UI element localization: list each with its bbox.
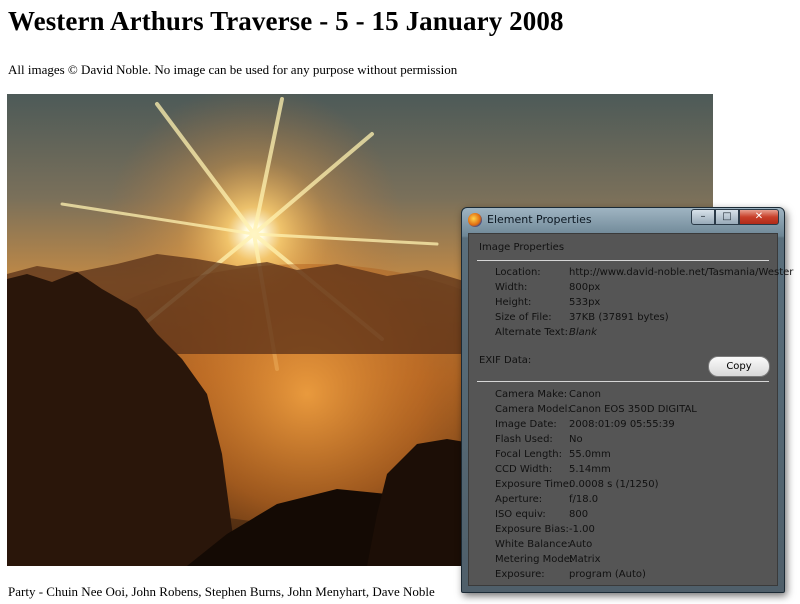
divider [477,381,769,382]
exif-label: Camera Make: [495,389,568,400]
maximize-button[interactable]: □ [715,209,739,225]
exif-heading: EXIF Data: [479,355,532,366]
image-properties-heading: Image Properties [479,242,565,253]
close-button[interactable]: ✕ [739,209,779,225]
exif-value: 5.14mm [569,464,611,475]
exif-label: Exposure: [495,569,545,580]
exif-label: ISO equiv: [495,509,546,520]
dialog-content: Image Properties Location: http://www.da… [468,233,793,586]
minimize-button[interactable]: – [691,209,715,225]
prop-value[interactable]: http://www.david-noble.net/Tasmania/West… [569,267,793,278]
prop-label: Size of File: [495,312,552,323]
exif-value: f/18.0 [569,494,599,505]
prop-value: Blank [569,327,597,338]
exif-value: 0.0008 s (1/1250) [569,479,659,490]
exif-value: Canon [569,389,601,400]
exif-value: No [569,434,583,445]
prop-value: 800px [569,282,601,293]
exif-value: 800 [569,509,589,520]
exif-value: program (Auto) [569,569,646,580]
exif-label: Flash Used: [495,434,553,445]
prop-value: 37KB (37891 bytes) [569,312,669,323]
minimize-icon: – [700,211,706,222]
exif-label: Metering Mode: [495,554,574,565]
window-controls: – □ ✕ [691,209,779,225]
exif-label: Exposure Bias: [495,524,569,535]
exif-label: Focal Length: [495,449,562,460]
exif-value: Matrix [569,554,601,565]
exif-label: Exposure Time: [495,479,573,490]
exif-value: 55.0mm [569,449,611,460]
close-icon: ✕ [754,211,764,222]
exif-label: Camera Model: [495,404,571,415]
exif-label: White Balance: [495,539,571,550]
element-properties-window: Element Properties – □ ✕ Image Propertie… [461,207,793,593]
exif-value: Auto [569,539,593,550]
maximize-icon: □ [722,211,732,222]
prop-label: Location: [495,267,541,278]
copy-button[interactable]: Copy [708,356,770,377]
firefox-icon [468,213,482,227]
prop-label: Width: [495,282,528,293]
dialog-titlebar[interactable]: Element Properties – □ ✕ [462,208,784,232]
photo-caption: Party - Chuin Nee Ooi, John Robens, Step… [8,584,435,599]
exif-label: Aperture: [495,494,543,505]
page-title: Western Arthurs Traverse - 5 - 15 Januar… [8,6,564,36]
divider [477,260,769,261]
dialog-title: Element Properties [487,213,592,226]
exif-label: Image Date: [495,419,557,430]
exif-value: 2008:01:09 05:55:39 [569,419,675,430]
prop-label: Alternate Text: [495,327,568,338]
copyright-notice: All images © David Noble. No image can b… [8,62,458,77]
prop-label: Height: [495,297,532,308]
exif-label: CCD Width: [495,464,553,475]
exif-value: -1.00 [569,524,595,535]
prop-value: 533px [569,297,601,308]
exif-value: Canon EOS 350D DIGITAL [569,404,697,415]
